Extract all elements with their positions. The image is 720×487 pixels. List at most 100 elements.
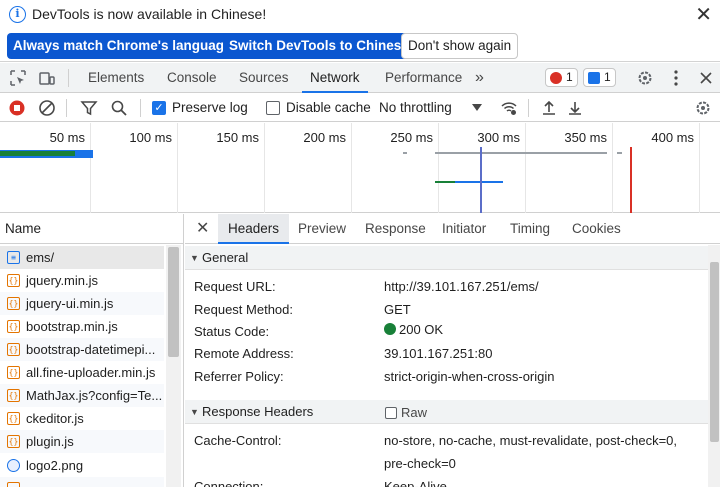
export-har-icon[interactable]	[566, 99, 584, 117]
status-success-icon	[384, 323, 396, 335]
cache-control-value-cont: pre-check=0	[384, 456, 456, 471]
tick-label: 400 ms	[651, 130, 694, 145]
request-row[interactable]: {} jquery.min.js	[0, 269, 164, 292]
cache-control-value: no-store, no-cache, must-revalidate, pos…	[384, 433, 678, 448]
status-code-text: 200 OK	[399, 322, 444, 337]
tab-initiator[interactable]: Initiator	[442, 214, 486, 244]
waterfall-bar	[435, 181, 455, 183]
preserve-log-checkbox[interactable]: ✓	[152, 101, 166, 115]
request-row[interactable]: {} MathJax.js?config=Te...	[0, 384, 164, 407]
tab-timing[interactable]: Timing	[510, 214, 550, 244]
general-section-title: General	[202, 250, 249, 265]
tab-headers[interactable]: Headers	[218, 214, 290, 244]
inspect-element-icon[interactable]	[9, 69, 27, 87]
request-row[interactable]: {} all.fine-uploader.min.js	[0, 361, 164, 384]
tab-elements[interactable]: Elements	[88, 63, 144, 93]
request-name: bootstrap.min.js	[26, 319, 118, 334]
response-headers-section-header[interactable]: ▼ Response Headers	[185, 400, 708, 424]
request-row[interactable]: {} bootstrap.min.js	[0, 315, 164, 338]
document-icon: ≡	[7, 251, 20, 264]
switch-to-chinese-button[interactable]: Switch DevTools to Chinese	[223, 33, 415, 59]
close-icon[interactable]: ✕	[695, 2, 712, 27]
tab-sources[interactable]: Sources	[239, 63, 289, 93]
network-overview-timeline[interactable]: 50 ms 100 ms 150 ms 200 ms 250 ms 300 ms…	[0, 123, 720, 213]
request-name: MathJax.js?config=Te...	[26, 388, 163, 403]
tick-label: 100 ms	[129, 130, 172, 145]
script-file-icon: {}	[7, 412, 20, 425]
search-icon[interactable]	[110, 99, 128, 117]
connection-value: Keep-Alive	[384, 479, 447, 487]
divider	[66, 99, 67, 117]
request-list-panel: Name ≡ ems/ {} jquery.min.js {} jquery-u…	[0, 214, 184, 487]
settings-gear-icon[interactable]	[636, 69, 654, 87]
header-key: Request URL:	[194, 279, 276, 294]
header-key: Remote Address:	[194, 346, 294, 361]
request-details-panel: ✕ Headers Preview Response Initiator Tim…	[185, 214, 720, 487]
details-scrollbar-thumb[interactable]	[710, 262, 719, 442]
request-name: ckeditor.js	[26, 411, 84, 426]
tab-cookies[interactable]: Cookies	[572, 214, 621, 244]
status-code-value: 200 OK	[384, 322, 443, 337]
script-file-icon: {}	[7, 435, 20, 448]
script-file-icon: {}	[7, 389, 20, 402]
tab-performance[interactable]: Performance	[385, 63, 462, 93]
message-count: 1	[604, 70, 611, 84]
more-options-icon[interactable]	[667, 69, 685, 87]
raw-headers-checkbox[interactable]	[385, 407, 397, 419]
tab-network[interactable]: Network	[302, 63, 368, 93]
header-key: Status Code:	[194, 324, 270, 339]
close-details-icon[interactable]: ✕	[196, 214, 209, 244]
details-tabbar: ✕ Headers Preview Response Initiator Tim…	[185, 214, 720, 244]
message-count-badge[interactable]: 1	[583, 68, 616, 87]
request-name: jquery-ui.min.js	[26, 296, 114, 311]
clear-icon[interactable]	[38, 99, 56, 117]
grid-line	[612, 123, 613, 213]
tick-label: 200 ms	[303, 130, 346, 145]
network-conditions-icon[interactable]	[500, 99, 518, 117]
domcontentloaded-marker	[480, 147, 482, 213]
request-row[interactable]: {} bootstrap-datetimepi...	[0, 338, 164, 361]
devtools-tabbar: Elements Console Sources Network Perform…	[0, 63, 720, 93]
throttling-select[interactable]: No throttling	[379, 100, 452, 115]
tab-response[interactable]: Response	[365, 214, 426, 244]
tick-label: 350 ms	[564, 130, 607, 145]
disable-cache-checkbox[interactable]	[266, 101, 280, 115]
divider	[68, 69, 69, 87]
request-name: logo2.png	[26, 458, 84, 473]
request-list-scrollbar-thumb[interactable]	[168, 247, 179, 357]
network-settings-gear-icon[interactable]	[694, 99, 712, 117]
tab-console[interactable]: Console	[167, 63, 217, 93]
grid-line	[438, 123, 439, 213]
general-section-header[interactable]: ▼ General	[185, 246, 708, 270]
dropdown-arrow-icon[interactable]	[472, 104, 482, 112]
expand-triangle-icon: ▼	[190, 253, 199, 263]
import-har-icon[interactable]	[540, 99, 558, 117]
grid-line	[177, 123, 178, 213]
request-row[interactable]: logo2.png	[0, 454, 164, 477]
raw-label: Raw	[401, 405, 428, 420]
name-column-header[interactable]: Name	[0, 214, 184, 244]
always-match-language-button[interactable]: Always match Chrome's language	[7, 33, 238, 59]
divider	[528, 99, 529, 117]
device-toolbar-icon[interactable]	[38, 69, 56, 87]
request-row[interactable]	[0, 477, 164, 487]
divider	[140, 99, 141, 117]
language-infobar: i DevTools is now available in Chinese! …	[0, 0, 720, 62]
request-row[interactable]: {} plugin.js	[0, 430, 164, 453]
tick-label: 300 ms	[477, 130, 520, 145]
dont-show-again-button[interactable]: Don't show again	[401, 33, 519, 59]
more-tabs-icon[interactable]: »	[475, 63, 484, 93]
close-devtools-icon[interactable]	[697, 69, 715, 87]
error-count-badge[interactable]: 1	[545, 68, 578, 87]
tab-preview[interactable]: Preview	[298, 214, 346, 244]
tick-label: 150 ms	[216, 130, 259, 145]
request-row[interactable]: {} jquery-ui.min.js	[0, 292, 164, 315]
grid-line	[90, 123, 91, 213]
record-stop-icon[interactable]	[8, 99, 26, 117]
request-row[interactable]: {} ckeditor.js	[0, 407, 164, 430]
request-name: ems/	[26, 250, 55, 265]
preserve-log-label: Preserve log	[172, 100, 248, 115]
filter-icon[interactable]	[80, 99, 98, 117]
request-row[interactable]: ≡ ems/	[0, 246, 164, 269]
disable-cache-label: Disable cache	[286, 100, 371, 115]
